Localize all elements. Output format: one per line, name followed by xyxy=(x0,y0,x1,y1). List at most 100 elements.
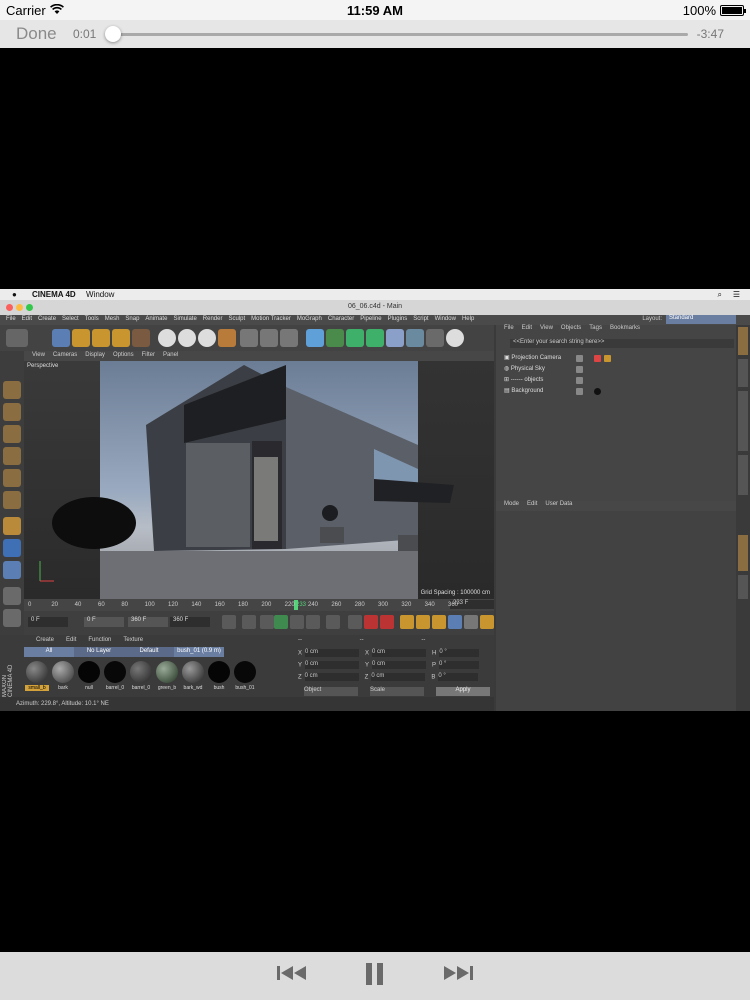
object-name: Projection Camera xyxy=(511,355,562,361)
key-pla-icon xyxy=(464,615,478,629)
prev-key-icon xyxy=(242,615,256,629)
obj-menu-bookmarks: Bookmarks xyxy=(609,325,640,331)
battery-percent: 100% xyxy=(682,3,716,18)
workplane-icon xyxy=(3,425,21,443)
mat-tab-all: All xyxy=(24,647,74,657)
visibility-icon xyxy=(576,377,583,384)
timeline-tick-label: 200 xyxy=(261,602,272,608)
z-axis-icon xyxy=(198,329,216,347)
max-frame-field[interactable]: 360 F xyxy=(128,617,168,627)
material-swatch xyxy=(156,661,178,683)
fast-forward-icon xyxy=(444,966,473,980)
timeline-ruler[interactable]: 233 233 F 0 20 40 60 80 100 120 140 160 180 200 220… xyxy=(24,599,494,611)
sky-icon: ◍ xyxy=(504,366,511,372)
layout-select: Standard xyxy=(666,315,736,324)
obj-menu-objects: Objects xyxy=(560,325,582,331)
coord-mode-select: Object xyxy=(304,687,358,696)
object-row: ⊞ ------ objects xyxy=(504,376,543,383)
side-tab-content-browser xyxy=(738,391,748,451)
object-manager: File Edit View Objects Tags Bookmarks <<Enter… xyxy=(496,325,736,501)
material-label: bark xyxy=(58,685,68,691)
menu-window: Window xyxy=(434,316,456,322)
menu-motion-tracker: Motion Tracker xyxy=(251,316,291,322)
obj-menu-view: View xyxy=(540,325,553,331)
visibility-icon xyxy=(576,388,583,395)
snap-icon xyxy=(3,561,21,579)
vp-menu-panel: Panel xyxy=(162,352,179,358)
scrub-track[interactable] xyxy=(110,33,688,36)
coord-field: 0 cm xyxy=(305,661,360,669)
goto-start-icon xyxy=(222,615,236,629)
record-icon xyxy=(348,615,362,629)
current-frame-label: 233 xyxy=(296,602,307,608)
material-swatch xyxy=(78,661,100,683)
mat-menu-function: Function xyxy=(88,637,112,643)
fast-forward-button[interactable] xyxy=(440,962,474,988)
pause-button[interactable] xyxy=(364,962,386,988)
mat-tab-bush: bush_01 (0.9 m) xyxy=(174,647,224,657)
rotate-tool-icon xyxy=(112,329,130,347)
search-icon: ⌕ xyxy=(717,290,722,299)
material-swatch xyxy=(52,661,74,683)
window-titlebar: 06_06.c4d - Main xyxy=(0,300,750,315)
mat-menu-edit: Edit xyxy=(66,637,77,643)
done-button[interactable]: Done xyxy=(16,24,57,44)
side-tabs xyxy=(736,325,750,711)
apple-icon: ● xyxy=(12,290,17,299)
tweak-icon xyxy=(3,539,21,557)
timeline-tick-label: 20 xyxy=(51,602,59,608)
material-label: bush xyxy=(213,685,225,691)
end-frame-field-2[interactable]: 360 F xyxy=(170,617,210,627)
coords-header-rotation: -- xyxy=(421,637,426,643)
render-picture-icon xyxy=(260,329,278,347)
remaining-time: -3:47 xyxy=(696,27,724,41)
select-tool-icon xyxy=(52,329,70,347)
obj-menu-edit: Edit xyxy=(521,325,533,331)
coord-system-icon xyxy=(218,329,236,347)
coord-field: 0 cm xyxy=(372,649,427,657)
menu-simulate: Simulate xyxy=(173,316,197,322)
texture-mode-icon xyxy=(3,403,21,421)
start-frame-field[interactable]: 0 F xyxy=(28,617,68,627)
object-name: ------ objects xyxy=(510,377,544,383)
lock-workplane-icon xyxy=(3,587,21,605)
subdivision-icon xyxy=(346,329,364,347)
scrub-thumb[interactable] xyxy=(104,26,121,42)
deformer-icon xyxy=(386,329,404,347)
last-tool-icon xyxy=(132,329,150,347)
timeline-tick-label: 40 xyxy=(74,602,82,608)
grid-icon xyxy=(3,609,21,627)
status-bar: Carrier 11:59 AM 100% xyxy=(0,0,750,20)
scale-tool-icon xyxy=(92,329,110,347)
timeline-tick-label: 180 xyxy=(238,602,249,608)
side-tab-structure xyxy=(738,455,748,495)
vp-menu-filter: Filter xyxy=(141,352,155,358)
coords-row-2: Y0 cm Y 0 cm P 0 ° xyxy=(298,661,485,669)
floor-icon xyxy=(406,329,424,347)
coord-axis-label: H xyxy=(432,650,437,657)
player-top-bar: Done 0:01 -3:47 xyxy=(0,20,750,48)
timeline-tick-label: 100 xyxy=(144,602,155,608)
coord-axis-label: B xyxy=(431,674,436,681)
timeline-tick-label: 220 xyxy=(284,602,295,608)
timeline-tick-label: 260 xyxy=(331,602,342,608)
timeline-tick-label: 140 xyxy=(191,602,202,608)
material-swatch xyxy=(208,661,230,683)
material-swatch xyxy=(130,661,152,683)
apply-button: Apply xyxy=(436,687,490,696)
video-frame[interactable]: ● CINEMA 4D Window ⌕ ☰ 06_06.c4d - Main … xyxy=(0,289,750,711)
object-row: ◍ Physical Sky xyxy=(504,365,545,372)
min-frame-field[interactable]: 0 F xyxy=(84,617,124,627)
coord-axis-label: X xyxy=(365,650,370,657)
key-param-icon xyxy=(448,615,462,629)
coord-axis-label: Z xyxy=(298,674,302,681)
rewind-icon xyxy=(277,966,306,980)
rewind-button[interactable] xyxy=(276,962,310,988)
coord-field: 0 cm xyxy=(305,649,360,657)
render-settings-icon xyxy=(280,329,298,347)
elapsed-time: 0:01 xyxy=(73,27,97,41)
object-name: Background xyxy=(511,388,544,394)
c4d-menubar: File Edit Create Select Tools Mesh Snap Animate… xyxy=(0,315,750,325)
list-icon: ☰ xyxy=(732,290,740,299)
obj-menu-file: File xyxy=(504,325,514,331)
